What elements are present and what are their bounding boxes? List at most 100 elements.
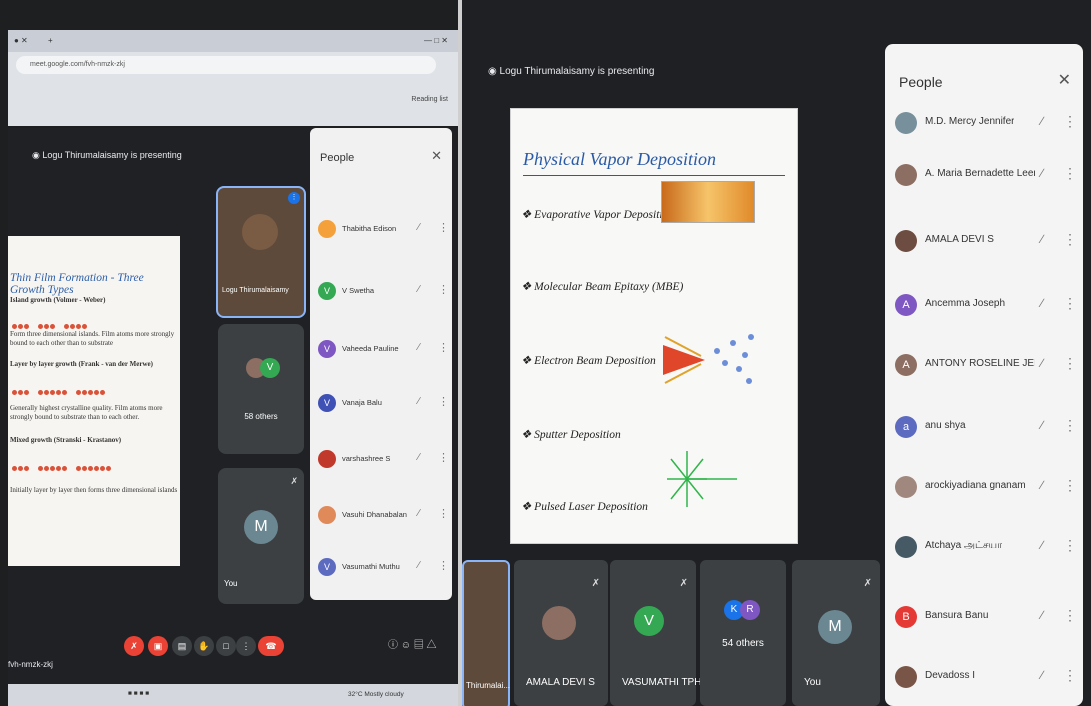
window-controls[interactable]: — □ ✕ [424,36,448,45]
more-options-button[interactable]: ⋮ [236,636,256,656]
others-count: 58 others [244,412,278,421]
avatar [895,164,917,186]
taskbar-apps[interactable]: ■ ■ ■ ■ [128,690,149,697]
mic-off-icon: ∕ [1041,608,1044,622]
participant-row[interactable]: a anu shya ∕ ⋮ [895,414,1079,454]
tile-label: AMALA DEVI S [526,677,595,688]
present-button[interactable]: □ [216,636,236,656]
presenter-tile[interactable]: Logu Thirumalaisamy ⋮ [216,186,306,318]
participant-row[interactable]: B Bansura Banu ∕ ⋮ [895,604,1079,644]
close-icon[interactable]: ✕ [1058,70,1071,90]
self-tile[interactable]: M You ✗ [218,468,304,604]
participant-row[interactable]: AANTONY ROSELINE JENIF...∕⋮ [895,352,1079,392]
avatar [895,536,917,558]
participant-row[interactable]: A. Maria Bernadette Leen...∕⋮ [895,162,1079,202]
mic-off-icon: ∕ [1041,418,1044,432]
meeting-details-icons[interactable]: ⓘ ☺ ▤ △ [388,636,437,651]
participant-avatar [542,606,576,640]
mic-off-icon: ∕ [418,560,420,571]
participant-row[interactable]: Thabitha Edison ∕ ⋮ [318,220,449,246]
participant-row[interactable]: VV Swetha ∕ ⋮ [318,282,449,308]
muted-icon: ✗ [290,476,298,486]
slide-title-rule [523,175,785,176]
more-options-icon[interactable]: ⋮ [1063,355,1077,372]
more-options-icon[interactable]: ⋮ [1063,667,1077,684]
avatar: V [318,394,336,412]
participant-row[interactable]: AMALA DEVI S ∕ ⋮ [895,228,1079,268]
slide-text-1: Form three dimensional islands. Film ato… [10,330,175,347]
participant-row[interactable]: V Vaheeda Pauline ∕ ⋮ [318,340,449,366]
more-options-icon[interactable]: ⋮ [438,341,449,354]
island-dots [12,316,88,329]
mic-toggle-button[interactable]: ✗ [124,636,144,656]
left-photo: ● ✕ + — □ ✕ meet.google.com/fvh-nmzk-zkj… [0,0,458,706]
weather-status[interactable]: 32°C Mostly cloudy [348,691,404,698]
particle [714,348,720,354]
captions-button[interactable]: ▤ [172,636,192,656]
slide-text-3: Initially layer by layer then forms thre… [10,486,178,494]
leave-call-button[interactable]: ☎ [258,636,284,656]
participant-row[interactable]: Vasuhi Dhanabalan ∕ ⋮ [318,506,449,532]
raise-hand-button[interactable]: ✋ [194,636,214,656]
reading-list-button[interactable]: Reading list [411,96,448,103]
electron-beam-diagram [663,334,754,384]
more-options-icon[interactable]: ⋮ [1063,165,1077,182]
participant-row[interactable]: M.D. Mercy Jennifer ∕ ⋮ [895,110,1079,150]
more-options-icon[interactable]: ⋮ [438,507,449,520]
people-panel-left: People ✕ Thabitha Edison ∕ ⋮ VV Swetha ∕ ⋮ V… [310,128,452,600]
right-photo: ◉ Logu Thirumalaisamy is presenting Phys… [462,0,1091,706]
more-options-icon[interactable]: ⋮ [438,559,449,572]
mixed-dots [12,458,112,471]
camera-toggle-button[interactable]: ▣ [148,636,168,656]
more-options-icon[interactable]: ⋮ [1063,295,1077,312]
mic-off-icon: ∕ [418,342,420,353]
more-options-icon[interactable]: ⋮ [438,221,449,234]
slide-bullet: ❖ Pulsed Laser Deposition [521,501,648,513]
more-options-icon[interactable]: ⋮ [1063,231,1077,248]
more-options-icon[interactable]: ⋮ [438,395,449,408]
more-options-icon[interactable]: ⋮ [438,283,449,296]
tab-icon[interactable]: ● ✕ [14,36,28,45]
particle [730,340,736,346]
avatar [318,506,336,524]
address-bar[interactable]: meet.google.com/fvh-nmzk-zkj [16,56,436,74]
present-icon: ◉ [32,150,40,160]
shared-slide-right: Physical Vapor Deposition ❖ Evaporative … [510,108,798,544]
slide-bullet: ❖ Molecular Beam Epitaxy (MBE) [521,281,684,293]
browser-tab-strip: ● ✕ + — □ ✕ [8,30,458,52]
presenter-tile[interactable]: Thirumalai... [462,560,510,706]
more-options-icon[interactable]: ⋮ [1063,607,1077,624]
participant-row[interactable]: V Vanaja Balu ∕ ⋮ [318,394,449,420]
more-options-icon[interactable]: ⋮ [1063,537,1077,554]
close-icon[interactable]: ✕ [431,148,442,164]
more-options-icon[interactable]: ⋮ [1063,477,1077,494]
more-options-icon[interactable]: ⋮ [438,451,449,464]
participant-tile[interactable]: ✗ AMALA DEVI S [514,560,608,706]
particle [736,366,742,372]
participant-row[interactable]: arockiyadiana gnanam ∕ ⋮ [895,474,1079,514]
participant-row[interactable]: varshashree S ∕ ⋮ [318,450,449,476]
participant-row[interactable]: Atchaya அட்சயா ∕ ⋮ [895,534,1079,574]
slide-bullet: ❖ Electron Beam Deposition [521,355,656,367]
self-tile[interactable]: M ✗ You [792,560,880,706]
participant-row[interactable]: A Ancemma Joseph ∕ ⋮ [895,292,1079,332]
participant-row[interactable]: Devadoss I ∕ ⋮ [895,664,1079,704]
others-tile[interactable]: V 58 others [218,324,304,454]
participant-tile[interactable]: V ✗ VASUMATHI TPH2... [610,560,715,706]
others-tile[interactable]: K R 54 others [700,560,786,706]
particle [748,334,754,340]
mic-off-icon: ∕ [418,508,420,519]
new-tab-button[interactable]: + [48,36,53,45]
laser-burst [667,451,737,507]
speaking-icon: ⋮ [288,192,300,204]
mic-off-icon: ∕ [418,452,420,463]
more-options-icon[interactable]: ⋮ [1063,113,1077,130]
particle [722,360,728,366]
avatar: V [318,558,336,576]
avatar [318,220,336,238]
mic-off-icon: ∕ [1041,668,1044,682]
slide-title: Thin Film Formation - Three Growth Types [10,272,144,296]
slide-heading-3: Mixed growth (Stranski - Krastanov) [10,436,122,444]
participant-row[interactable]: V Vasumathi Muthu ∕ ⋮ [318,558,449,584]
more-options-icon[interactable]: ⋮ [1063,417,1077,434]
